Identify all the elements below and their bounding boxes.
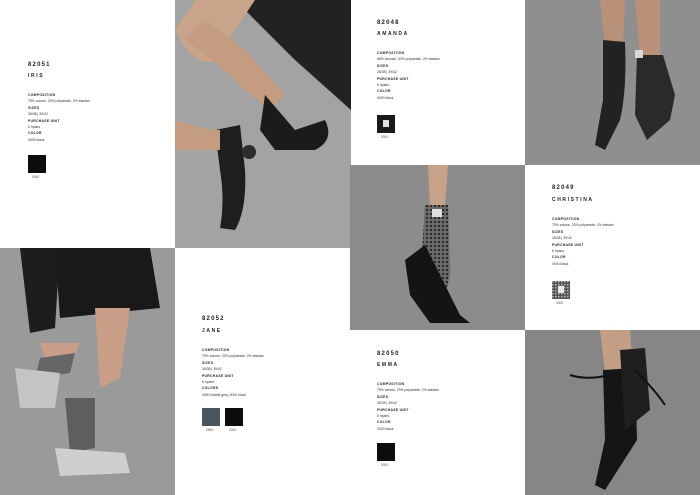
product-name: JANE <box>202 328 222 334</box>
product-card-emma: 82050 EMMA COMPOSITION 75% cotone, 23% p… <box>350 330 525 495</box>
photo-iris-model <box>175 0 351 248</box>
product-code: 82050 <box>377 351 400 357</box>
product-card-amanda: 82048 AMANDA COMPOSITION 68% viscose, 30… <box>351 0 525 165</box>
color-swatch-grey[interactable] <box>202 408 220 426</box>
color-swatch[interactable] <box>377 115 395 133</box>
color-swatch-black[interactable] <box>225 408 243 426</box>
photo-emma-model <box>525 330 700 495</box>
product-code: 82051 <box>28 62 51 68</box>
swatch-code: 0000 <box>381 463 389 467</box>
product-details: COMPOSITION 75% cotone, 23% polyamide, 2… <box>377 381 517 432</box>
product-code: 82049 <box>552 185 575 191</box>
product-details: COMPOSITION 75% cotone, 23% polyamide, 2… <box>202 347 342 398</box>
swatch-code: 0000 <box>229 428 237 432</box>
color-swatch[interactable] <box>552 281 570 299</box>
product-details: COMPOSITION 68% viscose, 30% polyamide, … <box>377 50 517 101</box>
swatch-code: 0550 <box>206 428 214 432</box>
swatch-code: 0000 <box>556 301 564 305</box>
swatch-code: 0000 <box>381 135 389 139</box>
color-value: 0000 black <box>28 137 45 142</box>
product-card-jane: 82052 JANE COMPOSITION 75% cotone, 23% p… <box>175 248 350 495</box>
product-card-iris: 82051 IRIS COMPOSITION 75% cotone, 23% p… <box>0 0 175 248</box>
color-value: 0550 middle grey, 0000 black <box>202 392 247 397</box>
product-details: COMPOSITION 75% cotone, 23% polyamide, 2… <box>28 92 158 143</box>
product-name: CHRISTINA <box>552 197 594 203</box>
color-value: 0000 black <box>377 95 394 100</box>
product-name: AMANDA <box>377 31 409 37</box>
product-name: EMMA <box>377 362 399 368</box>
product-details: COMPOSITION 75% cotone, 23% polyamide, 2… <box>552 216 692 267</box>
product-card-christina: 82049 CHRISTINA COMPOSITION 75% cotone, … <box>525 165 700 330</box>
swatch-code: 0000 <box>32 175 40 179</box>
photo-christina-model <box>350 165 525 330</box>
color-value: 0000 black <box>552 261 569 266</box>
product-code: 82048 <box>377 20 400 26</box>
color-value: 0000 black <box>377 426 394 431</box>
color-swatch[interactable] <box>377 443 395 461</box>
photo-amanda-model <box>525 0 700 165</box>
color-swatch[interactable] <box>28 155 46 173</box>
photo-jane-model <box>0 248 175 495</box>
product-code: 82052 <box>202 316 225 322</box>
product-name: IRIS <box>28 73 45 79</box>
